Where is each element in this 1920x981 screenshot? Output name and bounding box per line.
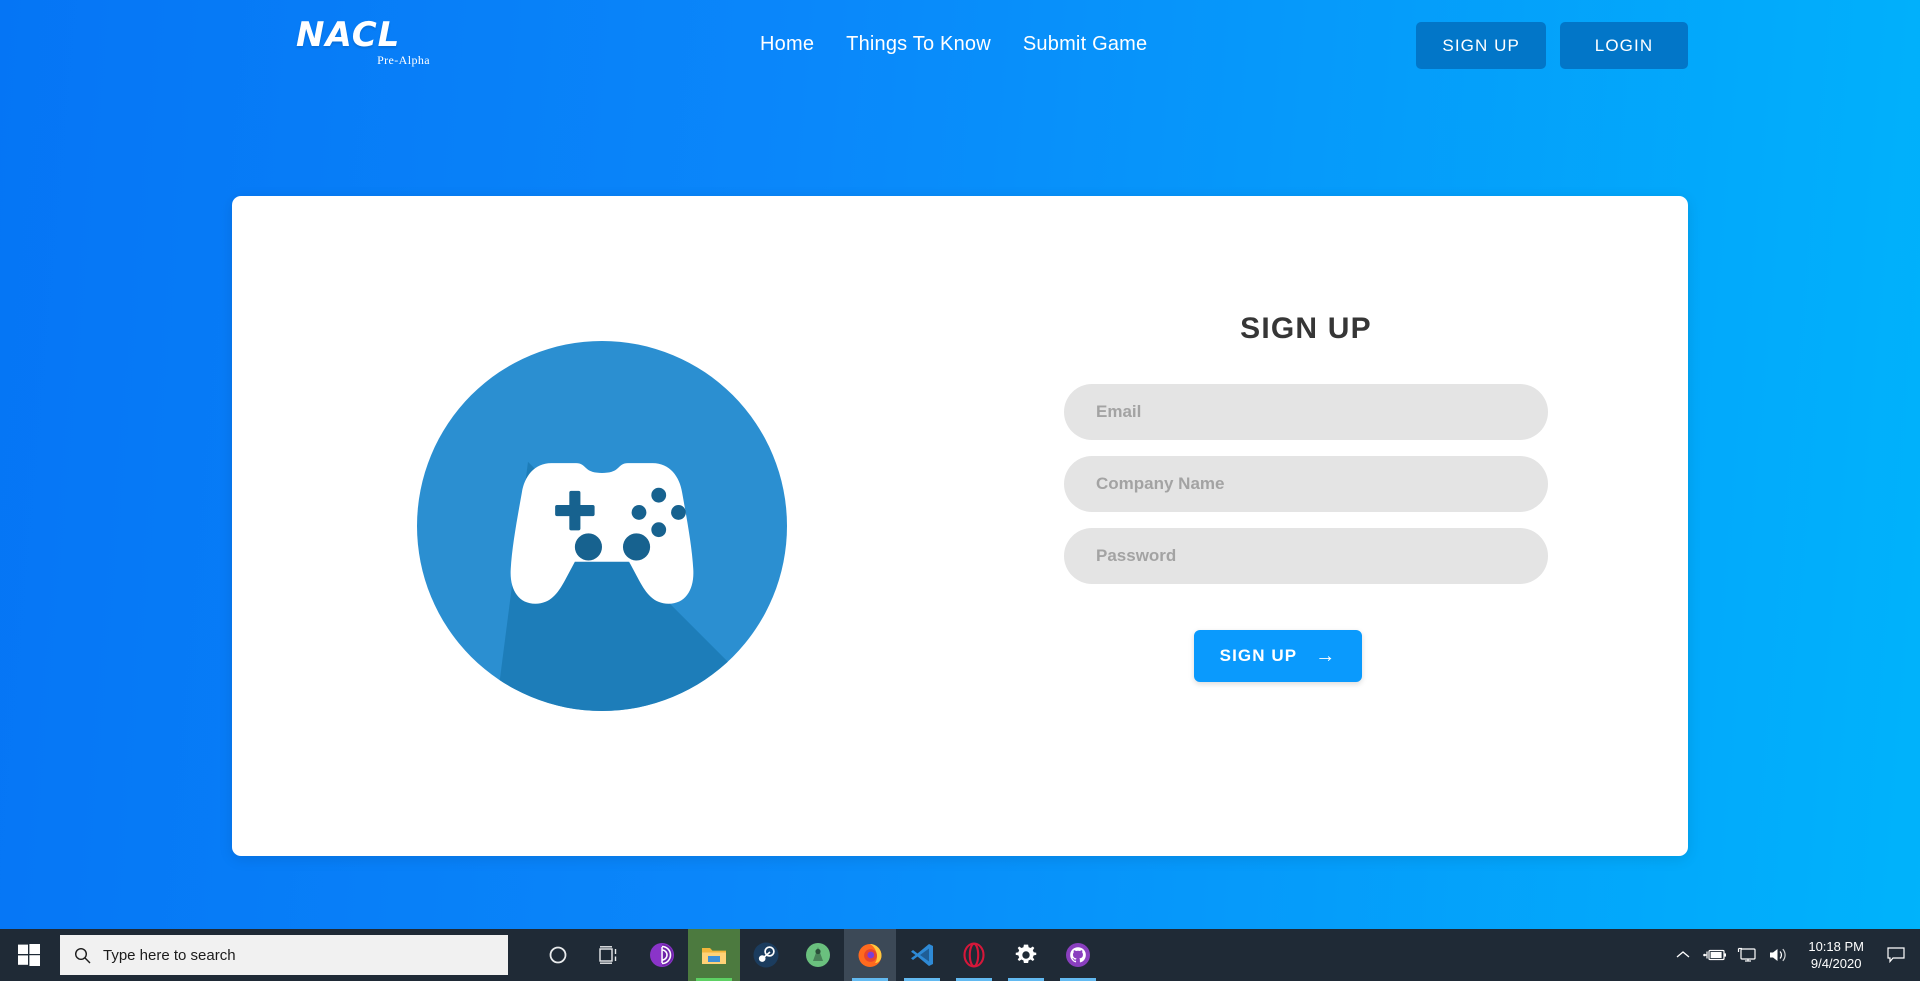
signup-card: SIGN UP SIGN UP → — [232, 196, 1688, 856]
steam-icon[interactable] — [740, 929, 792, 981]
windows-taskbar: Type here to search 10:18 PM 9/4/2020 — [0, 929, 1920, 981]
company-name-input[interactable] — [1064, 456, 1548, 512]
logo-subtitle: Pre-Alpha — [377, 53, 430, 67]
task-view-icon[interactable] — [584, 929, 636, 981]
signup-submit-button[interactable]: SIGN UP → — [1193, 630, 1363, 682]
header-signup-button[interactable]: SIGN UP — [1416, 22, 1546, 69]
display-icon[interactable] — [1732, 929, 1762, 981]
form-title: SIGN UP — [1240, 312, 1372, 345]
android-studio-icon[interactable] — [792, 929, 844, 981]
nav-home[interactable]: Home — [760, 33, 814, 56]
taskbar-clock[interactable]: 10:18 PM 9/4/2020 — [1796, 929, 1876, 981]
arrow-right-icon: → — [1315, 645, 1337, 667]
header-login-button[interactable]: LOGIN — [1560, 22, 1688, 69]
nav-submit-game[interactable]: Submit Game — [1023, 33, 1147, 56]
primary-navigation: Home Things To Know Submit Game — [760, 33, 1147, 56]
start-button[interactable] — [0, 929, 58, 981]
settings-gear-icon[interactable] — [1000, 929, 1052, 981]
volume-icon[interactable] — [1764, 929, 1794, 981]
clock-date: 9/4/2020 — [1810, 956, 1862, 971]
vs-code-icon[interactable] — [896, 929, 948, 981]
illustration-pane — [232, 196, 972, 856]
show-hidden-icons-chevron-icon[interactable] — [1668, 929, 1698, 981]
opera-gx-icon[interactable] — [948, 929, 1000, 981]
system-tray: 10:18 PM 9/4/2020 — [1668, 929, 1920, 981]
github-desktop-icon[interactable] — [1052, 929, 1104, 981]
file-explorer-icon[interactable] — [688, 929, 740, 981]
firefox-icon[interactable] — [844, 929, 896, 981]
site-header: NACL Pre-Alpha Home Things To Know Submi… — [0, 0, 1920, 100]
taskbar-search-box[interactable]: Type here to search — [60, 935, 508, 975]
search-icon — [74, 947, 91, 963]
signup-form — [1064, 384, 1548, 584]
windows-logo-icon — [18, 944, 40, 966]
clock-time: 10:18 PM — [1808, 939, 1864, 954]
action-center-icon[interactable] — [1878, 929, 1914, 981]
header-action-buttons: SIGN UP LOGIN — [1416, 22, 1688, 69]
tor-browser-icon[interactable] — [636, 929, 688, 981]
taskbar-app-icons — [532, 929, 1104, 981]
site-logo[interactable]: NACL Pre-Alpha — [296, 18, 436, 68]
signup-form-pane: SIGN UP SIGN UP → — [972, 196, 1688, 856]
desktop-screen: NACL Pre-Alpha Home Things To Know Submi… — [0, 0, 1920, 981]
taskbar-search-placeholder: Type here to search — [103, 946, 236, 964]
logo-wordmark: NACL — [296, 15, 401, 55]
battery-charging-icon[interactable] — [1700, 929, 1730, 981]
password-input[interactable] — [1064, 528, 1548, 584]
cortana-icon[interactable] — [532, 929, 584, 981]
email-input[interactable] — [1064, 384, 1548, 440]
nav-things-to-know[interactable]: Things To Know — [846, 33, 991, 56]
gamepad-icon — [417, 341, 787, 711]
signup-submit-label: SIGN UP — [1219, 646, 1298, 665]
